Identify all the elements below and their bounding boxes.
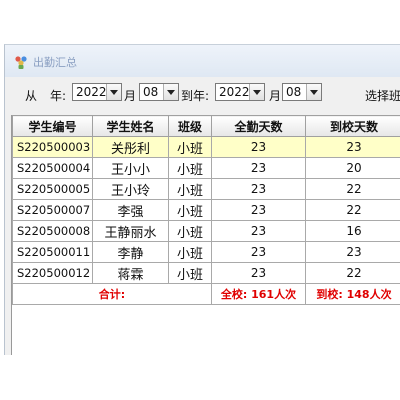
app-people-icon — [15, 56, 27, 69]
days-present-cell[interactable]: 16 — [305, 220, 400, 242]
student-id-cell[interactable]: S220500003 — [12, 136, 93, 158]
total-full-attendance: 全校: 161人次 — [211, 283, 306, 305]
table-row[interactable]: S220500003 关彤利 小班 23 23 — [12, 136, 400, 158]
window-title: 出勤汇总 — [33, 56, 77, 69]
attendance-grid[interactable]: 学生编号 学生姓名 班级 全勤天数 到校天数 S220500003 关彤利 小班… — [11, 115, 400, 355]
class-cell[interactable]: 小班 — [168, 136, 212, 158]
student-id-cell[interactable]: S220500011 — [12, 241, 93, 263]
student-id-cell[interactable]: S220500012 — [12, 262, 93, 284]
days-present-cell[interactable]: 22 — [305, 262, 400, 284]
table-row[interactable]: S220500008 王静丽水 小班 23 16 — [12, 220, 400, 242]
to-month-select[interactable]: 08 — [282, 83, 322, 101]
from-year-label: 年: — [50, 89, 67, 103]
to-year-select[interactable]: 2022 — [215, 83, 265, 101]
chevron-down-icon[interactable] — [306, 84, 321, 100]
column-header-student-name[interactable]: 学生姓名 — [92, 115, 169, 137]
student-id-cell[interactable]: S220500008 — [12, 220, 93, 242]
chevron-down-icon[interactable] — [106, 84, 121, 100]
from-year-select[interactable]: 2022 — [72, 83, 122, 101]
full-attendance-cell[interactable]: 23 — [211, 262, 306, 284]
class-cell[interactable]: 小班 — [168, 241, 212, 263]
table-row[interactable]: S220500012 蒋霖 小班 23 22 — [12, 262, 400, 284]
student-id-cell[interactable]: S220500007 — [12, 199, 93, 221]
days-present-cell[interactable]: 22 — [305, 199, 400, 221]
days-present-cell[interactable]: 22 — [305, 178, 400, 200]
student-name-cell[interactable]: 王静丽水 — [92, 220, 169, 242]
table-row[interactable]: S220500007 李强 小班 23 22 — [12, 199, 400, 221]
from-month-value: 08 — [143, 85, 159, 99]
student-name-cell[interactable]: 李静 — [92, 241, 169, 263]
table-row[interactable]: S220500011 李静 小班 23 23 — [12, 241, 400, 263]
column-header-full-attendance[interactable]: 全勤天数 — [211, 115, 306, 137]
student-name-cell[interactable]: 关彤利 — [92, 136, 169, 158]
chevron-down-icon[interactable] — [249, 84, 264, 100]
class-cell[interactable]: 小班 — [168, 199, 212, 221]
title-bar: 出勤汇总 — [5, 45, 400, 77]
class-cell[interactable]: 小班 — [168, 178, 212, 200]
student-name-cell[interactable]: 李强 — [92, 199, 169, 221]
column-header-student-id[interactable]: 学生编号 — [12, 115, 93, 137]
filter-toolbar: 从 年: 2022 月 08 到年: 2022 月 08 选择班 — [5, 77, 400, 109]
to-year-label: 到年: — [181, 89, 210, 103]
attendance-summary-window: 出勤汇总 从 年: 2022 月 08 到年: 2022 月 08 选择班 学生… — [4, 44, 400, 355]
chevron-down-icon[interactable] — [163, 84, 178, 100]
table-row[interactable]: S220500005 王小玲 小班 23 22 — [12, 178, 400, 200]
total-days-present: 到校: 148人次 — [305, 283, 400, 305]
full-attendance-cell[interactable]: 23 — [211, 220, 306, 242]
table-row[interactable]: S220500004 王小小 小班 23 20 — [12, 157, 400, 179]
student-name-cell[interactable]: 王小玲 — [92, 178, 169, 200]
column-header-class[interactable]: 班级 — [168, 115, 212, 137]
class-cell[interactable]: 小班 — [168, 262, 212, 284]
class-cell[interactable]: 小班 — [168, 220, 212, 242]
full-attendance-cell[interactable]: 23 — [211, 178, 306, 200]
column-header-days-present[interactable]: 到校天数 — [305, 115, 400, 137]
full-attendance-cell[interactable]: 23 — [211, 241, 306, 263]
class-cell[interactable]: 小班 — [168, 157, 212, 179]
full-attendance-cell[interactable]: 23 — [211, 199, 306, 221]
student-id-cell[interactable]: S220500004 — [12, 157, 93, 179]
to-month-label: 月 — [269, 89, 282, 103]
full-attendance-cell[interactable]: 23 — [211, 157, 306, 179]
to-year-value: 2022 — [219, 85, 250, 99]
table-header-row: 学生编号 学生姓名 班级 全勤天数 到校天数 — [12, 115, 400, 137]
from-month-select[interactable]: 08 — [139, 83, 179, 101]
total-row: 合计: 全校: 161人次 到校: 148人次 — [12, 283, 400, 305]
from-label: 从 — [25, 89, 38, 103]
from-month-label: 月 — [124, 89, 137, 103]
days-present-cell[interactable]: 20 — [305, 157, 400, 179]
class-select-label: 选择班 — [365, 89, 400, 103]
full-attendance-cell[interactable]: 23 — [211, 136, 306, 158]
total-label: 合计: — [12, 283, 212, 305]
from-year-value: 2022 — [76, 85, 107, 99]
student-id-cell[interactable]: S220500005 — [12, 178, 93, 200]
student-name-cell[interactable]: 王小小 — [92, 157, 169, 179]
to-month-value: 08 — [286, 85, 302, 99]
days-present-cell[interactable]: 23 — [305, 136, 400, 158]
student-name-cell[interactable]: 蒋霖 — [92, 262, 169, 284]
days-present-cell[interactable]: 23 — [305, 241, 400, 263]
attendance-table: 学生编号 学生姓名 班级 全勤天数 到校天数 S220500003 关彤利 小班… — [12, 115, 400, 305]
